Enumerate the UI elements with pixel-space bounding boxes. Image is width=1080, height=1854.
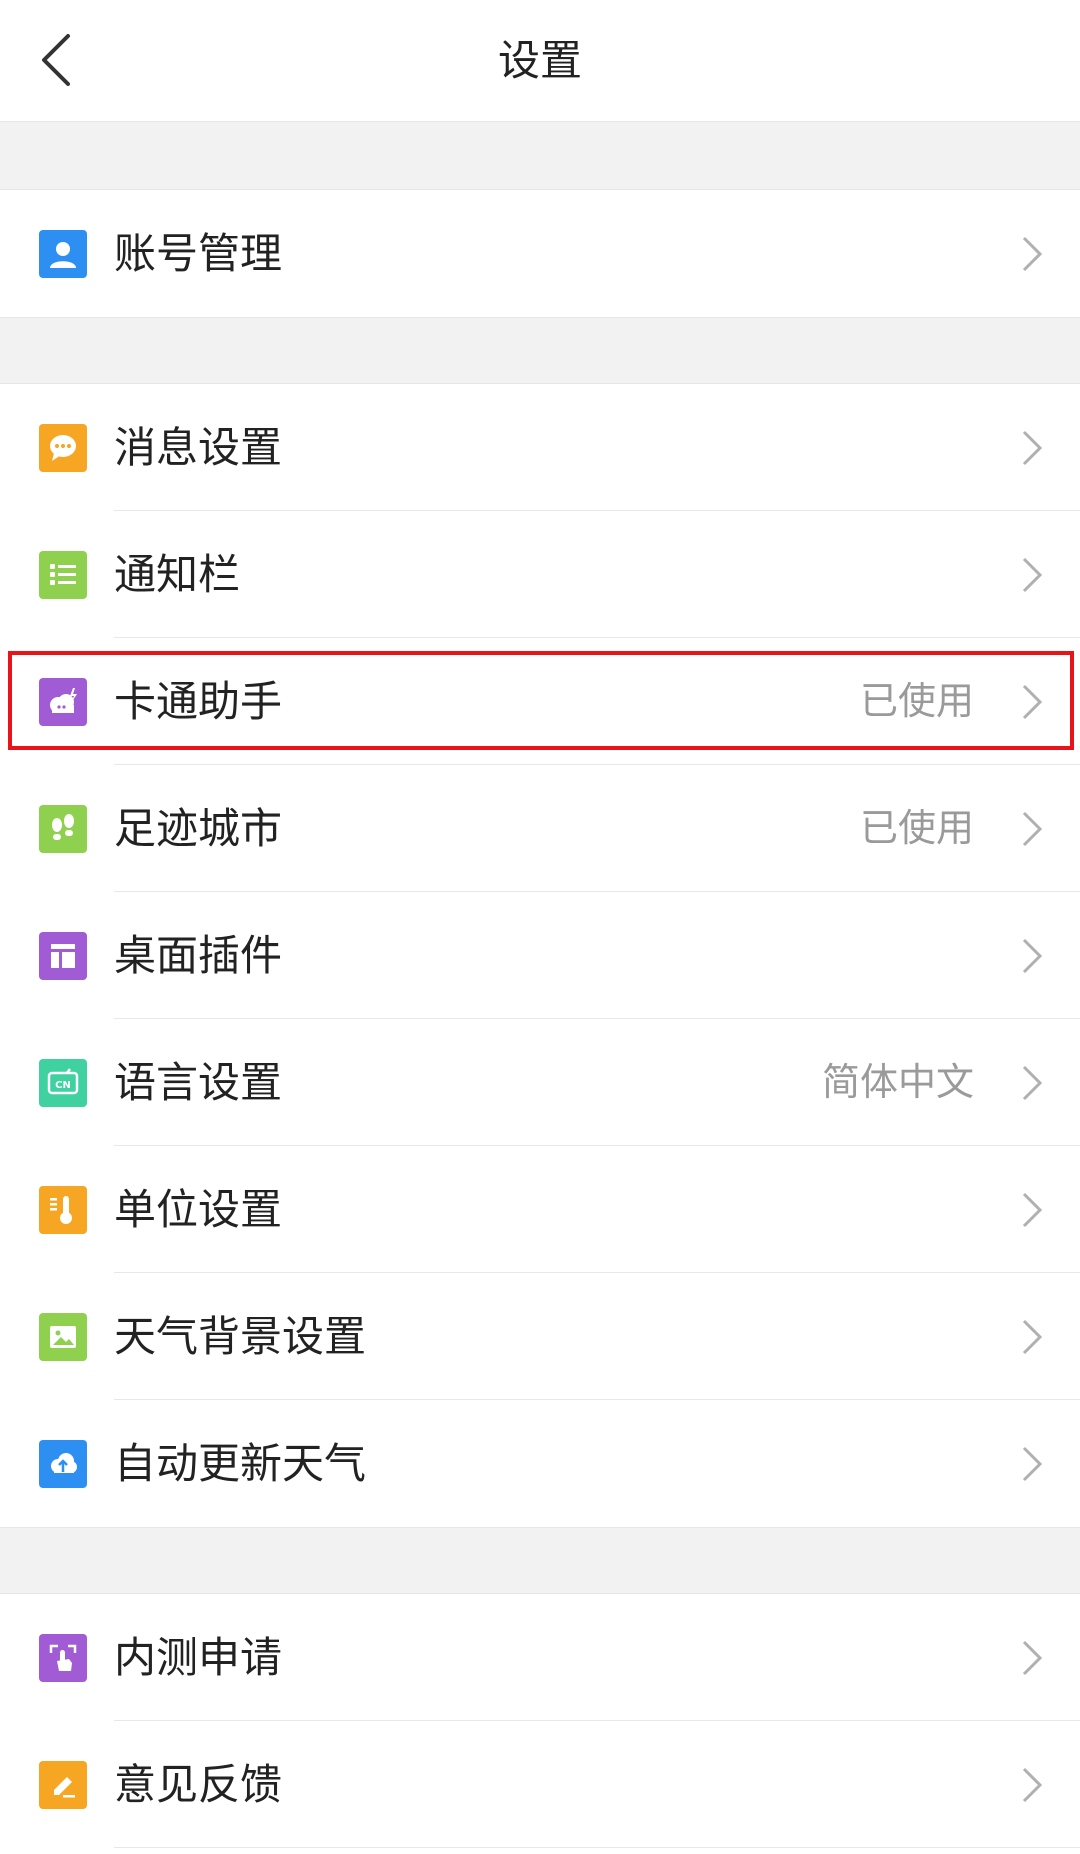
chevron-right-icon	[1022, 811, 1043, 847]
settings-item-units[interactable]: 单位设置	[0, 1146, 1080, 1273]
settings-item-value: 已使用	[859, 806, 974, 850]
chevron-right-icon	[1022, 1319, 1043, 1355]
settings-item-beta-apply[interactable]: 内测申请	[0, 1594, 1080, 1721]
thermometer-icon	[39, 1186, 87, 1234]
user-icon	[39, 230, 87, 278]
settings-item-label: 桌面插件	[114, 931, 283, 980]
svg-text:CN: CN	[55, 1080, 71, 1091]
cloud-upload-icon	[39, 1440, 87, 1488]
settings-item-footprint-city[interactable]: 足迹城市 已使用	[0, 765, 1080, 892]
settings-item-label: 账号管理	[114, 229, 283, 278]
chevron-right-icon	[1022, 1767, 1043, 1803]
settings-item-auto-update-weather[interactable]: 自动更新天气	[0, 1400, 1080, 1527]
settings-item-label: 足迹城市	[114, 804, 283, 853]
divider	[114, 1847, 1080, 1848]
chevron-right-icon	[1022, 1640, 1043, 1676]
section-gap	[0, 1527, 1080, 1594]
settings-item-desktop-widget[interactable]: 桌面插件	[0, 892, 1080, 1019]
settings-item-label: 通知栏	[114, 550, 241, 599]
section-gap	[0, 121, 1080, 190]
cn-language-icon: CN	[39, 1059, 87, 1107]
page-title: 设置	[497, 36, 582, 85]
chevron-right-icon	[1022, 1192, 1043, 1228]
settings-item-label: 天气背景设置	[114, 1312, 367, 1361]
settings-item-label: 单位设置	[114, 1185, 283, 1234]
touch-icon	[39, 1634, 87, 1682]
image-icon	[39, 1313, 87, 1361]
settings-item-label: 语言设置	[114, 1058, 283, 1107]
settings-item-value: 简体中文	[821, 1060, 974, 1104]
settings-item-label: 自动更新天气	[114, 1439, 367, 1488]
cartoon-cloud-icon	[39, 678, 87, 726]
edit-icon	[39, 1761, 87, 1809]
settings-item-language[interactable]: CN 语言设置 简体中文	[0, 1019, 1080, 1146]
chevron-right-icon	[1022, 1446, 1043, 1482]
chevron-right-icon	[1022, 557, 1043, 593]
settings-item-feedback[interactable]: 意见反馈	[0, 1721, 1080, 1848]
chat-bubble-icon	[39, 424, 87, 472]
chevron-right-icon	[1022, 236, 1043, 272]
chevron-right-icon	[1022, 684, 1043, 720]
section-gap	[0, 317, 1080, 384]
chevron-right-icon	[1022, 1065, 1043, 1101]
settings-item-message[interactable]: 消息设置	[0, 384, 1080, 511]
settings-item-weather-background[interactable]: 天气背景设置	[0, 1273, 1080, 1400]
settings-item-notification-bar[interactable]: 通知栏	[0, 511, 1080, 638]
navigation-bar: 设置	[0, 0, 1080, 122]
chevron-right-icon	[1022, 430, 1043, 466]
settings-item-label: 意见反馈	[114, 1760, 283, 1809]
settings-item-value: 已使用	[859, 679, 974, 723]
chevron-right-icon	[1022, 938, 1043, 974]
list-icon	[39, 551, 87, 599]
footprints-icon	[39, 805, 87, 853]
settings-item-label: 消息设置	[114, 423, 283, 472]
settings-item-cartoon-assistant[interactable]: 卡通助手 已使用	[0, 638, 1080, 765]
settings-item-account[interactable]: 账号管理	[0, 190, 1080, 317]
settings-item-label: 卡通助手	[114, 677, 283, 726]
widget-icon	[39, 932, 87, 980]
settings-item-label: 内测申请	[114, 1633, 283, 1682]
